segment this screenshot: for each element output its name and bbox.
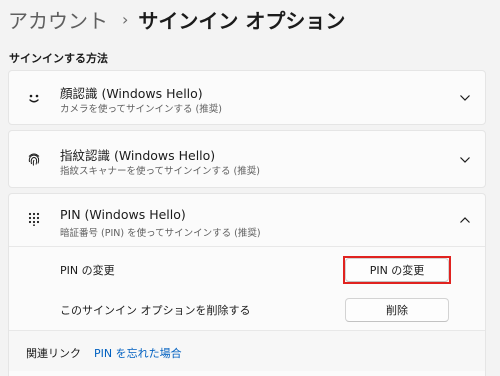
face-recognition-header[interactable]: 顔認識 (Windows Hello) カメラを使ってサインインする (推奨) — [9, 71, 485, 124]
pin-subtitle: 暗証番号 (PIN) を使ってサインインする (推奨) — [60, 228, 261, 239]
forgot-pin-link[interactable]: PIN を忘れた場合 — [94, 345, 182, 361]
pin-remove-row: このサインイン オプションを削除する 削除 — [9, 290, 485, 330]
face-recognition-subtitle: カメラを使ってサインインする (推奨) — [60, 104, 222, 115]
pin-title: PIN (Windows Hello) — [60, 207, 186, 222]
pin-option: PIN (Windows Hello) 暗証番号 (PIN) を使ってサインイン… — [8, 193, 486, 376]
pin-change-button[interactable]: PIN の変更 — [345, 258, 449, 282]
breadcrumb-separator: › — [122, 9, 129, 29]
settings-page: アカウント › サインイン オプション サインインする方法 顔認識 (Windo… — [0, 0, 500, 376]
pin-header[interactable]: PIN (Windows Hello) 暗証番号 (PIN) を使ってサインイン… — [9, 194, 485, 247]
pin-change-label: PIN の変更 — [60, 264, 115, 277]
face-recognition-title: 顔認識 (Windows Hello) — [60, 86, 203, 101]
chevron-down-icon[interactable] — [459, 154, 471, 166]
related-links-label: 関連リンク — [26, 347, 81, 360]
fingerprint-icon — [26, 151, 42, 167]
fingerprint-title: 指紋認識 (Windows Hello) — [60, 148, 216, 163]
related-links: 関連リンク PIN を忘れた場合 — [9, 330, 485, 371]
section-heading: サインインする方法 — [9, 52, 108, 65]
pin-remove-label: このサインイン オプションを削除する — [60, 304, 251, 317]
fingerprint-option[interactable]: 指紋認識 (Windows Hello) 指紋スキャナーを使ってサインインする … — [8, 130, 486, 188]
page-title: サインイン オプション — [138, 8, 346, 33]
chevron-up-icon[interactable] — [459, 214, 471, 226]
pin-change-row: PIN の変更 PIN の変更 — [9, 250, 485, 290]
fingerprint-header[interactable]: 指紋認識 (Windows Hello) 指紋スキャナーを使ってサインインする … — [9, 131, 485, 187]
smile-face-icon — [26, 90, 42, 106]
breadcrumb: アカウント › サインイン オプション — [8, 5, 346, 34]
fingerprint-subtitle: 指紋スキャナーを使ってサインインする (推奨) — [60, 166, 260, 177]
face-recognition-option[interactable]: 顔認識 (Windows Hello) カメラを使ってサインインする (推奨) — [8, 70, 486, 125]
keypad-icon — [26, 211, 42, 227]
remove-button[interactable]: 削除 — [345, 298, 449, 322]
chevron-down-icon[interactable] — [459, 92, 471, 104]
breadcrumb-parent-accounts[interactable]: アカウント — [8, 5, 108, 34]
